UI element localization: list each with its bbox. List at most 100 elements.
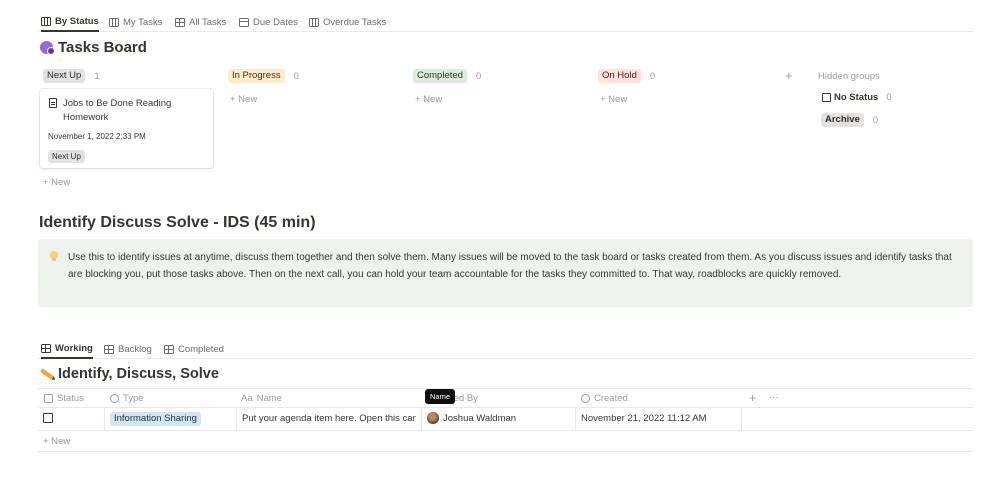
column-label: ted By <box>451 393 478 404</box>
column-count: 0 <box>649 70 656 82</box>
table-icon <box>104 345 114 354</box>
hidden-group-archive[interactable]: Archive 0 <box>821 113 878 127</box>
status-pill: On Hold <box>598 69 641 83</box>
clock-icon <box>581 394 590 403</box>
tab-by-status[interactable]: By Status <box>41 13 99 32</box>
tab-label: Completed <box>178 344 224 355</box>
text-property-icon: Aa <box>241 393 253 404</box>
avatar <box>427 412 439 424</box>
hidden-group-label: No Status <box>834 92 879 103</box>
board-icon <box>41 17 51 26</box>
person-name: Joshua Waldman <box>443 412 517 424</box>
status-pill: Next Up <box>43 69 86 83</box>
column-divider <box>421 408 422 430</box>
tasks-emoji-icon <box>40 41 55 55</box>
column-count: 0 <box>293 70 299 82</box>
tab-label: Due Dates <box>253 17 298 28</box>
lightbulb-icon <box>50 251 58 262</box>
card-status-pill: Next Up <box>48 150 85 163</box>
tab-backlog[interactable]: Backlog <box>104 340 152 359</box>
task-card[interactable]: Jobs to Be Done Reading Homework Novembe… <box>40 89 213 168</box>
tab-label: Overdue Tasks <box>323 17 387 28</box>
tab-label: My Tasks <box>123 17 163 28</box>
column-created-by[interactable]: ted By <box>451 393 478 404</box>
pencil-icon <box>40 368 54 380</box>
table-icon <box>175 18 185 27</box>
tab-completed[interactable]: Completed <box>164 340 224 359</box>
created-cell: November 21, 2022 11:12 AM <box>581 413 707 424</box>
status-pill: In Progress <box>228 69 285 83</box>
hidden-group-label: Archive <box>821 113 864 127</box>
hidden-group-count: 0 <box>872 114 879 126</box>
calendar-icon <box>239 18 249 27</box>
column-divider <box>104 408 105 430</box>
tab-my-tasks[interactable]: My Tasks <box>109 13 162 32</box>
column-label: Status <box>57 393 84 404</box>
tab-label: Working <box>55 343 93 354</box>
tab-label: All Tasks <box>189 17 227 28</box>
inbox-icon <box>822 93 831 102</box>
created-by-cell[interactable]: Joshua Waldman <box>427 412 516 424</box>
column-header-on-hold[interactable]: On Hold 0 <box>598 69 655 83</box>
column-label: Name <box>256 393 282 404</box>
type-cell[interactable]: Information Sharing <box>110 412 201 426</box>
column-status[interactable]: Status <box>44 393 84 404</box>
board-icon <box>309 18 319 27</box>
column-created[interactable]: Created <box>581 393 628 404</box>
column-divider <box>741 408 742 430</box>
table-header: Status Type Aa Name ted By Created + ··· <box>38 388 973 408</box>
table-row[interactable]: Information Sharing Put your agenda item… <box>38 408 973 431</box>
name-cell[interactable]: Put your agenda item here. Open this car <box>242 413 420 424</box>
hidden-group-count: 0 <box>886 92 892 103</box>
ids-heading: Identify Discuss Solve - IDS (45 min) <box>39 214 316 231</box>
ids-view-tabs: Working Backlog Completed <box>38 337 973 359</box>
view-tabs: By Status My Tasks All Tasks Due Dates O… <box>38 10 973 32</box>
table-title-text: Identify, Discuss, Solve <box>58 366 219 382</box>
column-divider <box>236 408 237 430</box>
add-property-button[interactable]: + <box>749 391 756 405</box>
column-label: Created <box>594 393 628 404</box>
tab-working[interactable]: Working <box>41 340 93 359</box>
status-checkbox-cell[interactable] <box>43 413 53 426</box>
column-header-next-up[interactable]: Next Up 1 <box>43 69 100 83</box>
tab-all-tasks[interactable]: All Tasks <box>175 13 226 32</box>
column-count: 1 <box>94 70 100 82</box>
column-header-in-progress[interactable]: In Progress 0 <box>228 69 299 83</box>
column-name[interactable]: Aa Name <box>241 393 282 404</box>
card-date: November 1, 2022 2:33 PM <box>48 132 146 141</box>
new-row-button[interactable]: + New <box>43 436 70 447</box>
table-bottom-divider <box>38 451 973 452</box>
column-tooltip: Name <box>425 389 456 404</box>
hidden-group-no-status[interactable]: No Status 0 <box>822 92 892 103</box>
board-title-text: Tasks Board <box>58 39 147 56</box>
board-title[interactable]: Tasks Board <box>40 39 147 56</box>
page-icon <box>49 98 57 108</box>
callout: Use this to identify issues at anytime, … <box>38 239 973 307</box>
new-card-next-up[interactable]: + New <box>43 177 70 188</box>
tab-overdue-tasks[interactable]: Overdue Tasks <box>309 13 386 32</box>
status-pill: Completed <box>413 69 467 83</box>
type-pill: Information Sharing <box>110 412 201 426</box>
callout-text: Use this to identify issues at anytime, … <box>68 252 952 280</box>
status-checkbox[interactable] <box>43 413 53 423</box>
board-icon <box>109 18 119 27</box>
add-group-button[interactable]: + <box>785 68 793 83</box>
select-property-icon <box>110 394 119 403</box>
table-title[interactable]: Identify, Discuss, Solve <box>40 366 219 382</box>
column-header-completed[interactable]: Completed 0 <box>413 69 481 83</box>
table-icon <box>41 344 51 353</box>
new-card-completed[interactable]: + New <box>415 94 442 105</box>
table-icon <box>164 345 174 354</box>
checkbox-property-icon <box>44 394 53 403</box>
column-type[interactable]: Type <box>110 393 144 404</box>
new-card-in-progress[interactable]: + New <box>230 94 257 105</box>
new-card-on-hold[interactable]: + New <box>600 94 627 105</box>
column-count: 0 <box>475 70 482 82</box>
card-title: Jobs to Be Done Reading Homework <box>63 98 172 123</box>
more-options-button[interactable]: ··· <box>769 392 779 403</box>
tab-due-dates[interactable]: Due Dates <box>239 13 298 32</box>
column-divider <box>575 408 576 430</box>
column-label: Type <box>123 393 144 404</box>
tab-label: By Status <box>55 16 99 27</box>
tab-label: Backlog <box>118 344 152 355</box>
